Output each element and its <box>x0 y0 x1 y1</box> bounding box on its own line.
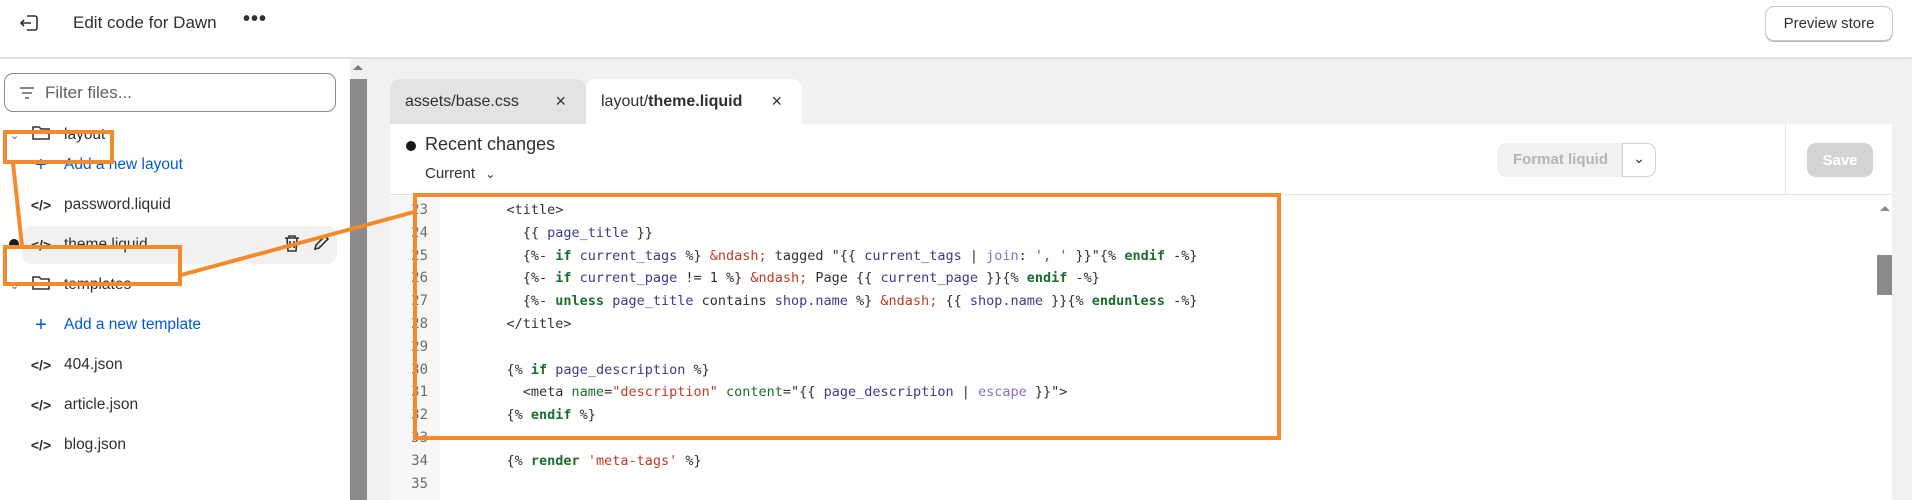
code-file-icon: </> <box>30 197 52 213</box>
sidebar-item-article-json[interactable]: </> article.json <box>0 390 138 420</box>
more-actions-icon[interactable]: ••• <box>243 8 267 31</box>
preview-store-button[interactable]: Preview store <box>1765 6 1893 41</box>
chevron-down-icon: ⌄ <box>1633 150 1645 166</box>
exit-icon[interactable] <box>18 12 40 34</box>
item-label: Add a new template <box>64 316 202 333</box>
scrollbar-thumb[interactable] <box>1877 255 1892 295</box>
tab-assets-base-css[interactable]: assets/base.css × <box>390 79 586 124</box>
scroll-up-icon[interactable] <box>1880 206 1890 211</box>
tab-label: assets/base.css <box>405 93 519 110</box>
line-number: 34 <box>411 452 428 469</box>
chevron-down-icon: ⌄ <box>485 167 496 181</box>
format-liquid-button[interactable]: Format liquid <box>1497 143 1622 177</box>
code-line[interactable]: 35 <box>390 473 1197 496</box>
editor-toolbar: Recent changes Current ⌄ Format liquid ⌄… <box>390 124 1892 195</box>
annotation-box-code <box>413 193 1281 440</box>
scroll-up-icon[interactable] <box>353 65 363 70</box>
plus-icon: + <box>35 313 47 336</box>
editor-scrollbar[interactable] <box>1877 196 1892 500</box>
unsaved-dot-icon <box>406 141 416 151</box>
version-label: Current <box>425 165 476 182</box>
save-button[interactable]: Save <box>1807 143 1873 177</box>
annotation-box-theme-liquid <box>3 245 182 286</box>
top-bar: Edit code for Dawn ••• Preview store <box>0 0 1912 58</box>
item-label: article.json <box>64 396 139 413</box>
filter-placeholder: Filter files... <box>45 83 132 102</box>
sidebar-item-404-json[interactable]: </> 404.json <box>0 350 123 380</box>
rename-pencil-icon[interactable] <box>312 234 330 257</box>
code-file-icon: </> <box>30 397 52 413</box>
code-token: %} <box>677 452 702 469</box>
annotation-box-layout <box>3 130 114 164</box>
tab-label: layout/ <box>601 93 649 110</box>
code-token: 'meta-tags' <box>587 452 678 469</box>
code-line[interactable]: 34 {% render 'meta-tags' %} <box>390 450 1197 473</box>
code-file-icon: </> <box>30 357 52 373</box>
sidebar-item-password-liquid[interactable]: </> password.liquid <box>0 190 171 220</box>
format-dropdown-button[interactable]: ⌄ <box>1622 143 1656 177</box>
sidebar-item-add-a-new-template[interactable]: + Add a new template <box>0 310 201 340</box>
filter-files-input[interactable]: Filter files... <box>4 73 336 112</box>
tab-layout-theme-liquid[interactable]: layout/theme.liquid × <box>586 79 802 124</box>
close-icon[interactable]: × <box>771 91 782 112</box>
tab-label-bold: theme.liquid <box>648 93 743 110</box>
code-token: render <box>530 452 580 469</box>
scrollbar-thumb[interactable] <box>350 79 367 500</box>
code-token: {% <box>474 452 531 469</box>
recent-changes-title: Recent changes <box>425 134 556 154</box>
version-select[interactable]: Current ⌄ <box>425 165 495 182</box>
close-icon[interactable]: × <box>555 91 566 112</box>
code-file-icon: </> <box>30 437 52 453</box>
item-label: password.liquid <box>64 196 171 213</box>
item-label: 404.json <box>64 356 123 373</box>
item-label: blog.json <box>64 436 127 453</box>
filter-icon <box>20 87 34 99</box>
divider <box>1785 124 1786 195</box>
line-number: 35 <box>411 475 428 492</box>
sidebar-item-blog-json[interactable]: </> blog.json <box>0 430 126 460</box>
delete-icon[interactable] <box>284 234 300 257</box>
sidebar-scrollbar[interactable] <box>350 59 368 500</box>
page-title: Edit code for Dawn <box>73 13 217 32</box>
